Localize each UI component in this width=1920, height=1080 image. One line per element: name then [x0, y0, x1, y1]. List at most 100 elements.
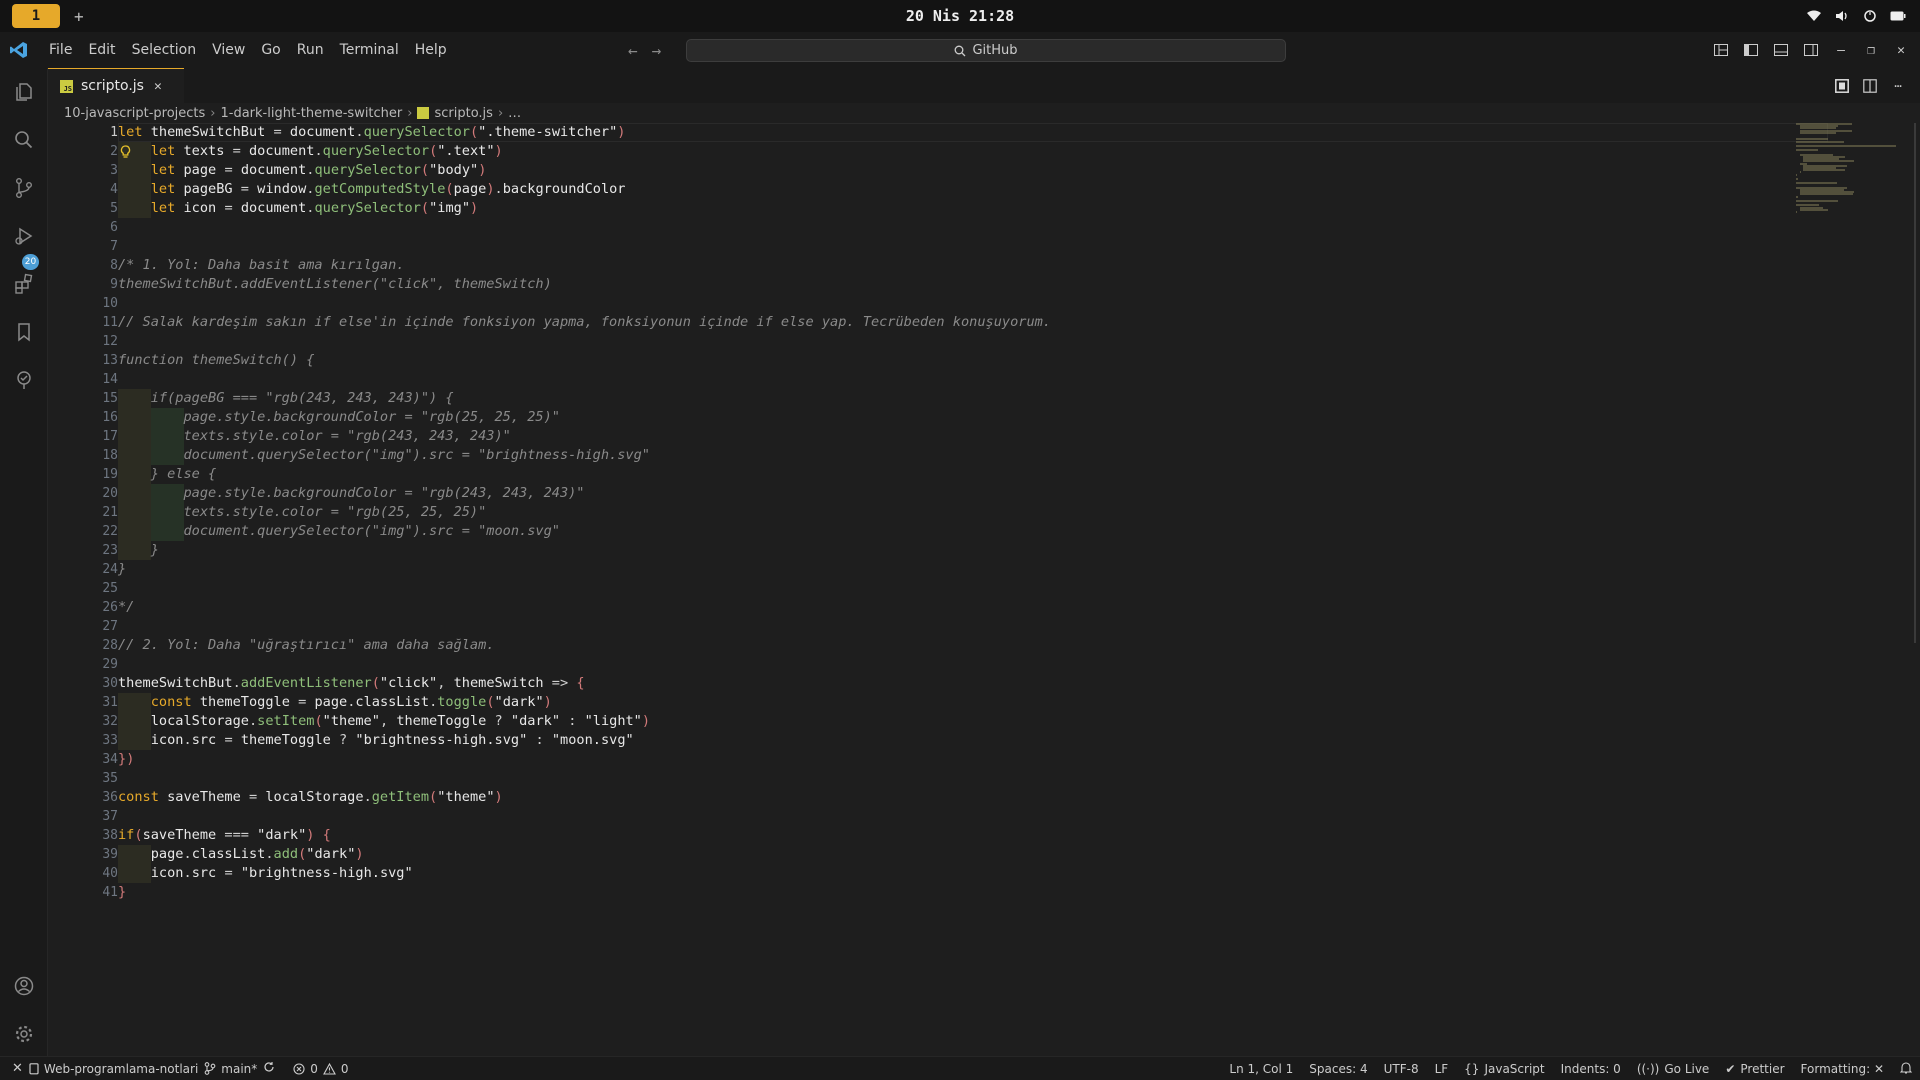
code-line[interactable]: icon.src = themeToggle ? "brightness-hig…	[118, 731, 634, 750]
code-line[interactable]: themeSwitchBut.addEventListener("click",…	[118, 674, 585, 693]
breadcrumb-folder-projects[interactable]: 10-javascript-projects	[64, 106, 205, 121]
close-tab-icon[interactable]: ✕	[154, 79, 162, 94]
code-line[interactable]: }	[118, 883, 126, 902]
forward-arrow-icon[interactable]: →	[652, 41, 662, 60]
explorer-icon[interactable]	[12, 80, 36, 104]
remote-repo[interactable]: Web-programlama-notlari	[29, 1062, 198, 1076]
code-line[interactable]: page.style.backgroundColor = "rgb(25, 25…	[118, 408, 560, 427]
menu-view[interactable]: View	[204, 42, 253, 58]
scrollbar-thumb[interactable]	[1914, 123, 1916, 643]
breadcrumb-file[interactable]: scripto.js	[434, 106, 492, 121]
indentation-spaces[interactable]: Spaces: 4	[1309, 1062, 1367, 1076]
code-line[interactable]: } else {	[118, 465, 216, 484]
remote-explorer-icon[interactable]	[12, 368, 36, 392]
toggle-panel-icon[interactable]	[1772, 41, 1790, 59]
menu-run[interactable]: Run	[289, 42, 332, 58]
menu-help[interactable]: Help	[407, 42, 455, 58]
code-line[interactable]: function themeSwitch() {	[118, 351, 314, 370]
cursor-position[interactable]: Ln 1, Col 1	[1229, 1062, 1293, 1076]
code-line[interactable]: */	[118, 598, 134, 617]
add-workspace-button[interactable]: +	[74, 7, 84, 26]
line-number: 28	[102, 638, 118, 653]
battery-icon[interactable]	[1890, 8, 1906, 24]
extensions-icon[interactable]	[12, 272, 36, 296]
code-line[interactable]: if(pageBG === "rgb(243, 243, 243)") {	[118, 389, 454, 408]
command-center-search[interactable]: GitHub	[686, 39, 1286, 62]
code-line[interactable]: let texts = document.querySelector(".tex…	[118, 142, 503, 161]
sync-icon[interactable]	[263, 1061, 275, 1076]
menu-terminal[interactable]: Terminal	[332, 42, 407, 58]
code-line[interactable]: let page = document.querySelector("body"…	[118, 161, 486, 180]
customize-layout-icon[interactable]	[1712, 41, 1730, 59]
code-line[interactable]: texts.style.color = "rgb(243, 243, 243)"	[118, 427, 511, 446]
code-line[interactable]: let themeSwitchBut = document.querySelec…	[118, 123, 625, 142]
source-control-icon[interactable]	[12, 176, 36, 200]
workspace-indicator[interactable]: 1	[12, 4, 60, 28]
minimap[interactable]	[1796, 123, 1906, 213]
problems-indicator[interactable]: 0 0	[293, 1062, 349, 1076]
preview-icon[interactable]	[1834, 78, 1850, 94]
volume-icon[interactable]	[1834, 8, 1850, 24]
code-line[interactable]: }	[118, 560, 126, 579]
more-actions-icon[interactable]: ⋯	[1890, 78, 1906, 94]
code-line[interactable]: if(saveTheme === "dark") {	[118, 826, 331, 845]
remote-indicator-icon[interactable]: ✕	[12, 1061, 23, 1076]
code-line[interactable]: page.style.backgroundColor = "rgb(243, 2…	[118, 484, 585, 503]
line-number: 1	[110, 125, 118, 140]
menu-edit[interactable]: Edit	[80, 42, 123, 58]
go-live-button[interactable]: ((·)) Go Live	[1637, 1062, 1710, 1076]
file-encoding[interactable]: UTF-8	[1384, 1062, 1419, 1076]
tab-scripto-js[interactable]: JS scripto.js ✕	[48, 68, 184, 103]
bookmark-icon[interactable]	[12, 320, 36, 344]
back-arrow-icon[interactable]: ←	[628, 41, 638, 60]
code-line[interactable]: localStorage.setItem("theme", themeToggl…	[118, 712, 650, 731]
code-line[interactable]: let icon = document.querySelector("img")	[118, 199, 478, 218]
code-line[interactable]: // 2. Yol: Daha "uğraştırıcı" ama daha s…	[118, 636, 494, 655]
split-editor-icon[interactable]	[1862, 78, 1878, 94]
indents-count[interactable]: Indents: 0	[1561, 1062, 1621, 1076]
code-line[interactable]: document.querySelector("img").src = "bri…	[118, 446, 650, 465]
settings-gear-icon[interactable]	[12, 1022, 36, 1046]
end-of-line[interactable]: LF	[1435, 1062, 1449, 1076]
code-line[interactable]: icon.src = "brightness-high.svg"	[118, 864, 413, 883]
code-line[interactable]: document.querySelector("img").src = "moo…	[118, 522, 560, 541]
restore-window-icon[interactable]: ❐	[1862, 41, 1880, 59]
vertical-scrollbar[interactable]	[1906, 123, 1920, 1056]
close-window-icon[interactable]: ✕	[1892, 41, 1910, 59]
code-line[interactable]: let pageBG = window.getComputedStyle(pag…	[118, 180, 626, 199]
wifi-icon[interactable]	[1806, 8, 1822, 24]
code-line[interactable]: themeSwitchBut.addEventListener("click",…	[118, 275, 552, 294]
code-line[interactable]: // Salak kardeşim sakın if else'in içind…	[118, 313, 1051, 332]
line-number: 26	[102, 600, 118, 615]
language-mode[interactable]: {} JavaScript	[1464, 1062, 1544, 1076]
code-line[interactable]: })	[118, 750, 134, 769]
toggle-primary-sidebar-icon[interactable]	[1742, 41, 1760, 59]
run-debug-icon[interactable]	[12, 224, 36, 248]
breadcrumb-folder-theme-switcher[interactable]: 1-dark-light-theme-switcher	[220, 106, 402, 121]
code-line[interactable]: /* 1. Yol: Daha basit ama kırılgan.	[118, 256, 404, 275]
search-icon[interactable]	[12, 128, 36, 152]
minimap-line	[1796, 178, 1798, 180]
code-line[interactable]: }	[118, 541, 159, 560]
menu-selection[interactable]: Selection	[124, 42, 205, 58]
code-line[interactable]: texts.style.color = "rgb(25, 25, 25)"	[118, 503, 486, 522]
code-line[interactable]: const saveTheme = localStorage.getItem("…	[118, 788, 503, 807]
prettier-status[interactable]: ✔ Prettier	[1725, 1062, 1784, 1076]
minimap-line	[1796, 200, 1839, 202]
power-icon[interactable]	[1862, 8, 1878, 24]
lightbulb-icon[interactable]	[118, 142, 132, 161]
formatting-status[interactable]: Formatting: ✕	[1801, 1062, 1884, 1076]
toggle-secondary-sidebar-icon[interactable]	[1802, 41, 1820, 59]
minimize-window-icon[interactable]: –	[1832, 41, 1850, 59]
notifications-bell-icon[interactable]	[1899, 1061, 1913, 1077]
search-icon	[955, 45, 966, 56]
menu-file[interactable]: File	[41, 42, 80, 58]
accounts-icon[interactable]	[12, 974, 36, 998]
breadcrumb-symbol[interactable]: …	[508, 106, 521, 121]
vscode-logo-icon[interactable]	[9, 40, 29, 60]
git-branch[interactable]: main*	[204, 1062, 257, 1076]
code-line[interactable]: page.classList.add("dark")	[118, 845, 364, 864]
menu-go[interactable]: Go	[253, 42, 288, 58]
code-editor[interactable]: 1 2 3 4 5 6 7 8 9 10 11 12 13 14 15 16 17 18 19 20 21 22 23 24 2…	[48, 123, 1920, 1056]
code-line[interactable]: const themeToggle = page.classList.toggl…	[118, 693, 552, 712]
